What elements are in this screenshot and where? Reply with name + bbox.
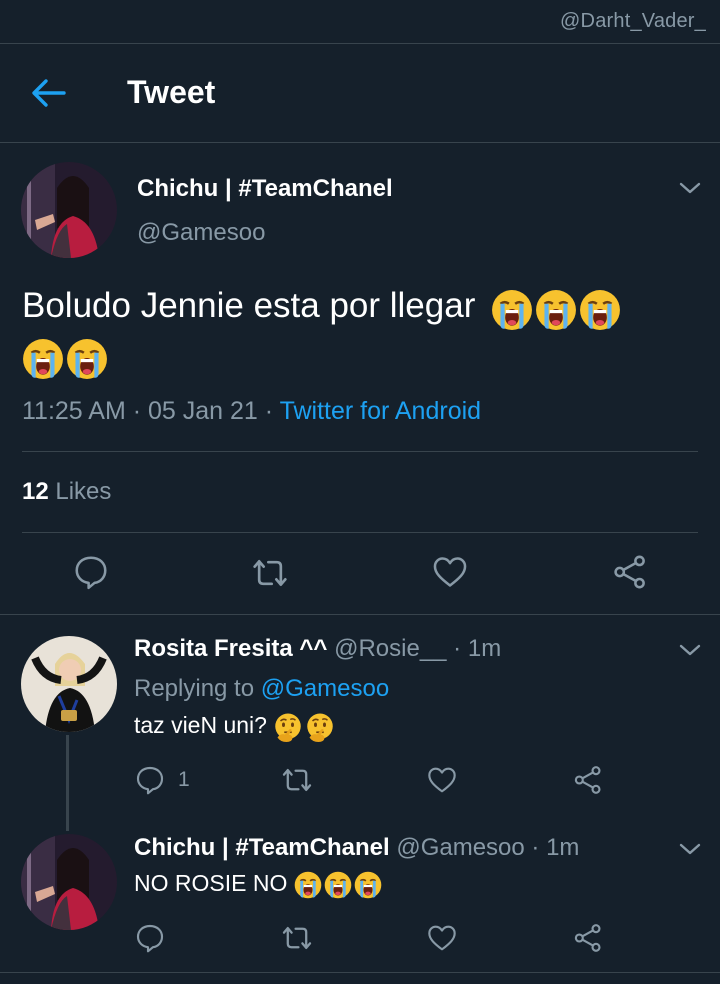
- replying-to: Replying to @Gamesoo: [134, 675, 389, 703]
- tweet-meta: 11:25 AM · 05 Jan 21 · Twitter for Andro…: [22, 397, 481, 426]
- page-title: Tweet: [127, 74, 216, 110]
- divider: [22, 532, 698, 533]
- replying-prefix: Replying to: [134, 675, 255, 702]
- loudly-crying-face-icon: [294, 870, 384, 899]
- heart-icon[interactable]: [426, 764, 458, 796]
- author-name[interactable]: Chichu | #TeamChanel: [137, 175, 393, 203]
- divider: [22, 451, 698, 452]
- thinking-face-icon: [273, 712, 337, 742]
- tweet-source-link[interactable]: Twitter for Android: [280, 397, 481, 425]
- reply-text-body: NO ROSIE NO: [134, 870, 288, 896]
- reply-header: Rosita Fresita ^^ @Rosie__ · 1m: [134, 635, 501, 663]
- reply-count: 1: [178, 768, 190, 791]
- reply-author-name[interactable]: Chichu | #TeamChanel: [134, 834, 390, 861]
- divider: [0, 614, 720, 615]
- likes-count: 12: [22, 478, 49, 505]
- chevron-down-icon[interactable]: [678, 179, 702, 197]
- likes-label: Likes: [55, 478, 112, 505]
- likes-stat[interactable]: 12 Likes: [22, 478, 111, 506]
- tweet-timestamp: 11:25 AM · 05 Jan 21 ·: [22, 397, 274, 425]
- loudly-crying-face-icon: [485, 284, 623, 332]
- avatar[interactable]: [21, 162, 117, 258]
- reply-text-body: taz vieN uni?: [134, 712, 267, 739]
- chevron-down-icon[interactable]: [678, 840, 702, 858]
- arrow-left-icon[interactable]: [30, 76, 68, 110]
- retweet-icon[interactable]: [280, 763, 314, 797]
- replying-to-link[interactable]: @Gamesoo: [261, 675, 389, 702]
- watermark-text: @Darht_Vader_: [560, 10, 706, 32]
- share-icon[interactable]: [611, 553, 649, 591]
- reply-text: taz vieN uni?: [134, 712, 337, 742]
- app-header: Tweet: [0, 44, 720, 142]
- reply-author-name[interactable]: Rosita Fresita ^^: [134, 635, 327, 662]
- retweet-icon[interactable]: [250, 553, 290, 593]
- tweet-text-body: Boludo Jennie esta por llegar: [22, 286, 476, 325]
- share-icon[interactable]: [572, 922, 604, 954]
- loudly-crying-face-icon: [22, 334, 110, 382]
- heart-icon[interactable]: [431, 553, 469, 591]
- avatar[interactable]: [21, 834, 117, 930]
- divider: [0, 972, 720, 973]
- thread-line: [66, 735, 69, 831]
- reply-text: NO ROSIE NO: [134, 870, 384, 899]
- retweet-icon[interactable]: [280, 921, 314, 955]
- reply-author-handle[interactable]: @Gamesoo · 1m: [396, 834, 579, 861]
- reply-icon[interactable]: [72, 553, 110, 591]
- reply-author-handle[interactable]: @Rosie__ · 1m: [334, 635, 501, 662]
- author-handle[interactable]: @Gamesoo: [137, 219, 265, 247]
- reply-header: Chichu | #TeamChanel @Gamesoo · 1m: [134, 834, 579, 862]
- share-icon[interactable]: [572, 764, 604, 796]
- tweet-text: Boludo Jennie esta por llegar: [22, 282, 692, 382]
- reply-icon[interactable]: [134, 922, 166, 954]
- avatar[interactable]: [21, 636, 117, 732]
- reply-icon[interactable]: [134, 764, 166, 796]
- heart-icon[interactable]: [426, 922, 458, 954]
- chevron-down-icon[interactable]: [678, 641, 702, 659]
- header-divider: [0, 142, 720, 143]
